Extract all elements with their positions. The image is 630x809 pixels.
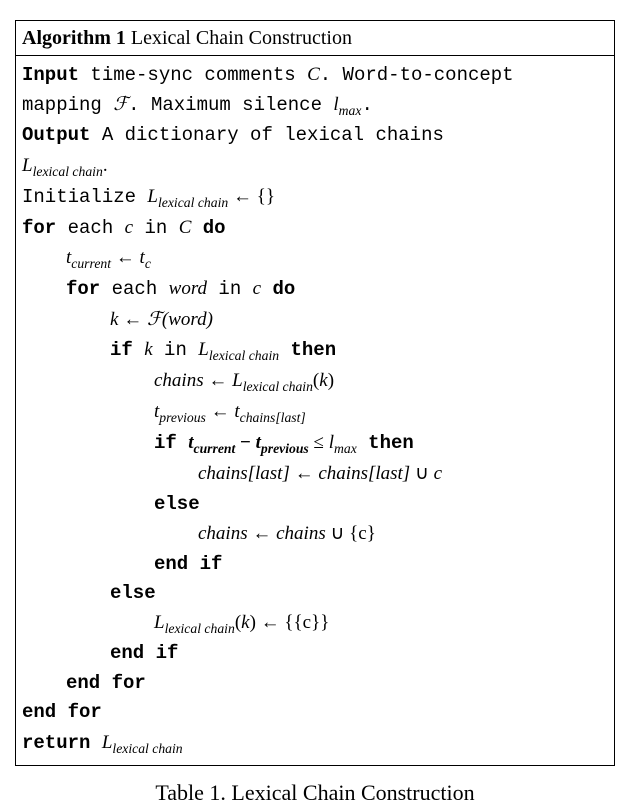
append-to-last: chains[last] ← chains[last] ∪ c [22,459,608,489]
input-line-1: Input time-sync comments C. Word-to-conc… [22,60,608,90]
endif-outer: end if [22,639,608,668]
if-k-in-L: if k in Llexical chain then [22,335,608,366]
new-chain: chains ← chains ∪ {c} [22,519,608,549]
output-keyword: Output [22,124,90,146]
endfor-inner: end for [22,669,608,698]
algorithm-header: Algorithm 1 Lexical Chain Construction [16,21,614,56]
else-inner: else [22,490,608,519]
init-line: Initialize Llexical chain ← {} [22,182,608,213]
endfor-outer: end for [22,698,608,727]
algorithm-box: Algorithm 1 Lexical Chain Construction I… [15,20,615,766]
algorithm-body: Input time-sync comments C. Word-to-conc… [16,56,614,765]
assign-tcurrent: tcurrent ← tc [22,243,608,274]
if-time-cond: if tcurrent − tprevious ≤ lmax then [22,428,608,459]
output-line-2: Llexical chain. [22,151,608,182]
assign-k: k ← ℱ(word) [22,305,608,335]
assign-tprev: tprevious ← tchains[last] [22,397,608,428]
table-caption: Table 1. Lexical Chain Construction [15,776,615,809]
return-line: return Llexical chain [22,728,608,759]
input-keyword: Input [22,64,79,86]
endif-inner: end if [22,550,608,579]
for-inner: for each word in c do [22,274,608,304]
algorithm-title: Lexical Chain Construction [126,27,352,49]
assign-chains: chains ← Llexical chain(k) [22,366,608,397]
output-line-1: Output A dictionary of lexical chains [22,121,608,150]
else-outer: else [22,579,608,608]
init-Lk: Llexical chain(k) ← {{c}} [22,608,608,639]
for-outer: for each c in C do [22,213,608,243]
input-line-2: mapping ℱ. Maximum silence lmax. [22,90,608,121]
algorithm-number: Algorithm 1 [22,27,126,49]
